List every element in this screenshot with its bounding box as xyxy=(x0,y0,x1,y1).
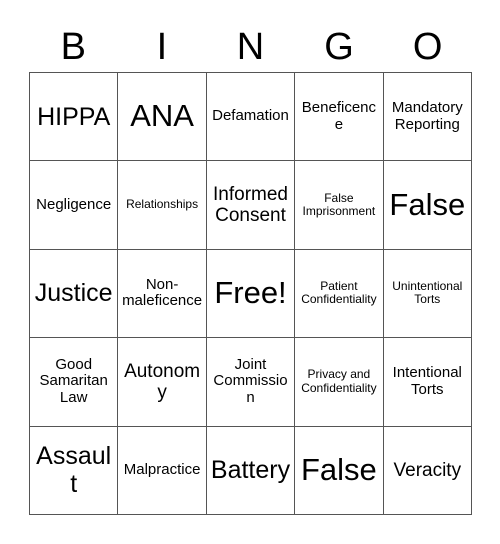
bingo-cell[interactable]: Unintentional Torts xyxy=(383,249,472,339)
bingo-cell-label: Defamation xyxy=(212,107,289,125)
bingo-cell[interactable]: Beneficence xyxy=(295,73,384,162)
bingo-cell[interactable]: Non-maleficence xyxy=(118,249,207,339)
bingo-cell-label: False xyxy=(389,186,466,222)
bingo-cell[interactable]: False xyxy=(295,426,384,515)
bingo-card: B I N G O HIPPA ANA Defamation Beneficence Manda… xyxy=(0,0,500,544)
bingo-cell-label: Intentional Torts xyxy=(392,364,462,398)
bingo-cell-label: Mandatory Reporting xyxy=(391,98,463,133)
bingo-cell[interactable]: Autonomy xyxy=(118,338,207,427)
bingo-cell[interactable]: Assault xyxy=(30,426,119,515)
bingo-cell-label: False xyxy=(300,451,377,487)
bingo-cell-label: Informed Consent xyxy=(213,183,288,227)
bingo-cell-label: Free! xyxy=(214,275,287,311)
bingo-cell-label: Patient Confidentiality xyxy=(301,279,377,307)
bingo-cell-label: Assault xyxy=(36,442,112,499)
bingo-cell-label: ANA xyxy=(130,98,194,134)
bingo-cell-label: Joint Commission xyxy=(213,355,288,407)
bingo-cell-label: Non-maleficence xyxy=(122,275,203,310)
bingo-cell[interactable]: Defamation xyxy=(206,73,296,162)
bingo-cell[interactable]: False xyxy=(383,161,472,250)
bingo-cell[interactable]: Mandatory Reporting xyxy=(383,73,472,162)
bingo-cell-label: Privacy and Confidentiality xyxy=(301,367,377,395)
bingo-cell[interactable]: Joint Commission xyxy=(206,338,296,427)
bingo-cell[interactable]: Negligence xyxy=(30,161,119,250)
bingo-cell-label: Negligence xyxy=(36,195,112,213)
bingo-cell-label: Veracity xyxy=(393,459,462,481)
bingo-cell[interactable]: Relationships xyxy=(118,161,207,250)
bingo-header-letter-o: O xyxy=(412,26,443,68)
bingo-cell-label: HIPPA xyxy=(37,102,111,131)
bingo-header-letter-n: N xyxy=(236,26,265,68)
bingo-cell-label: Battery xyxy=(210,456,291,485)
bingo-grid: HIPPA ANA Defamation Beneficence Mandatory R… xyxy=(29,72,472,515)
bingo-cell[interactable]: False Imprisonment xyxy=(295,161,384,250)
bingo-cell-label: Malpractice xyxy=(123,460,201,478)
bingo-cell[interactable]: Intentional Torts xyxy=(383,338,472,427)
bingo-cell[interactable]: Patient Confidentiality xyxy=(295,249,384,339)
bingo-header: BINGO xyxy=(29,22,472,72)
bingo-cell[interactable]: Privacy and Confidentiality xyxy=(295,338,384,427)
bingo-cell-label: Justice xyxy=(34,279,113,308)
bingo-cell[interactable]: Good Samaritan Law xyxy=(30,338,119,427)
bingo-cell[interactable]: Battery xyxy=(206,426,296,515)
bingo-cell[interactable]: HIPPA xyxy=(30,73,119,162)
bingo-cell-label: Unintentional Torts xyxy=(392,279,463,307)
bingo-cell-label: Beneficence xyxy=(301,98,376,133)
bingo-cell-label: False Imprisonment xyxy=(302,190,376,219)
bingo-cell-label: Autonomy xyxy=(124,360,201,403)
bingo-cell[interactable]: Malpractice xyxy=(118,426,207,515)
bingo-header-letter-b: B xyxy=(60,26,86,68)
bingo-free-cell[interactable]: Free! xyxy=(206,249,296,339)
bingo-cell[interactable]: Veracity xyxy=(383,426,472,515)
bingo-cell[interactable]: Informed Consent xyxy=(206,161,296,250)
bingo-cell-label: Good Samaritan Law xyxy=(39,355,108,407)
bingo-cell[interactable]: ANA xyxy=(118,73,207,162)
bingo-cell[interactable]: Justice xyxy=(30,249,119,339)
bingo-header-letter-i: I xyxy=(156,26,168,68)
bingo-header-letter-g: G xyxy=(324,26,354,68)
bingo-cell-label: Relationships xyxy=(126,197,199,212)
